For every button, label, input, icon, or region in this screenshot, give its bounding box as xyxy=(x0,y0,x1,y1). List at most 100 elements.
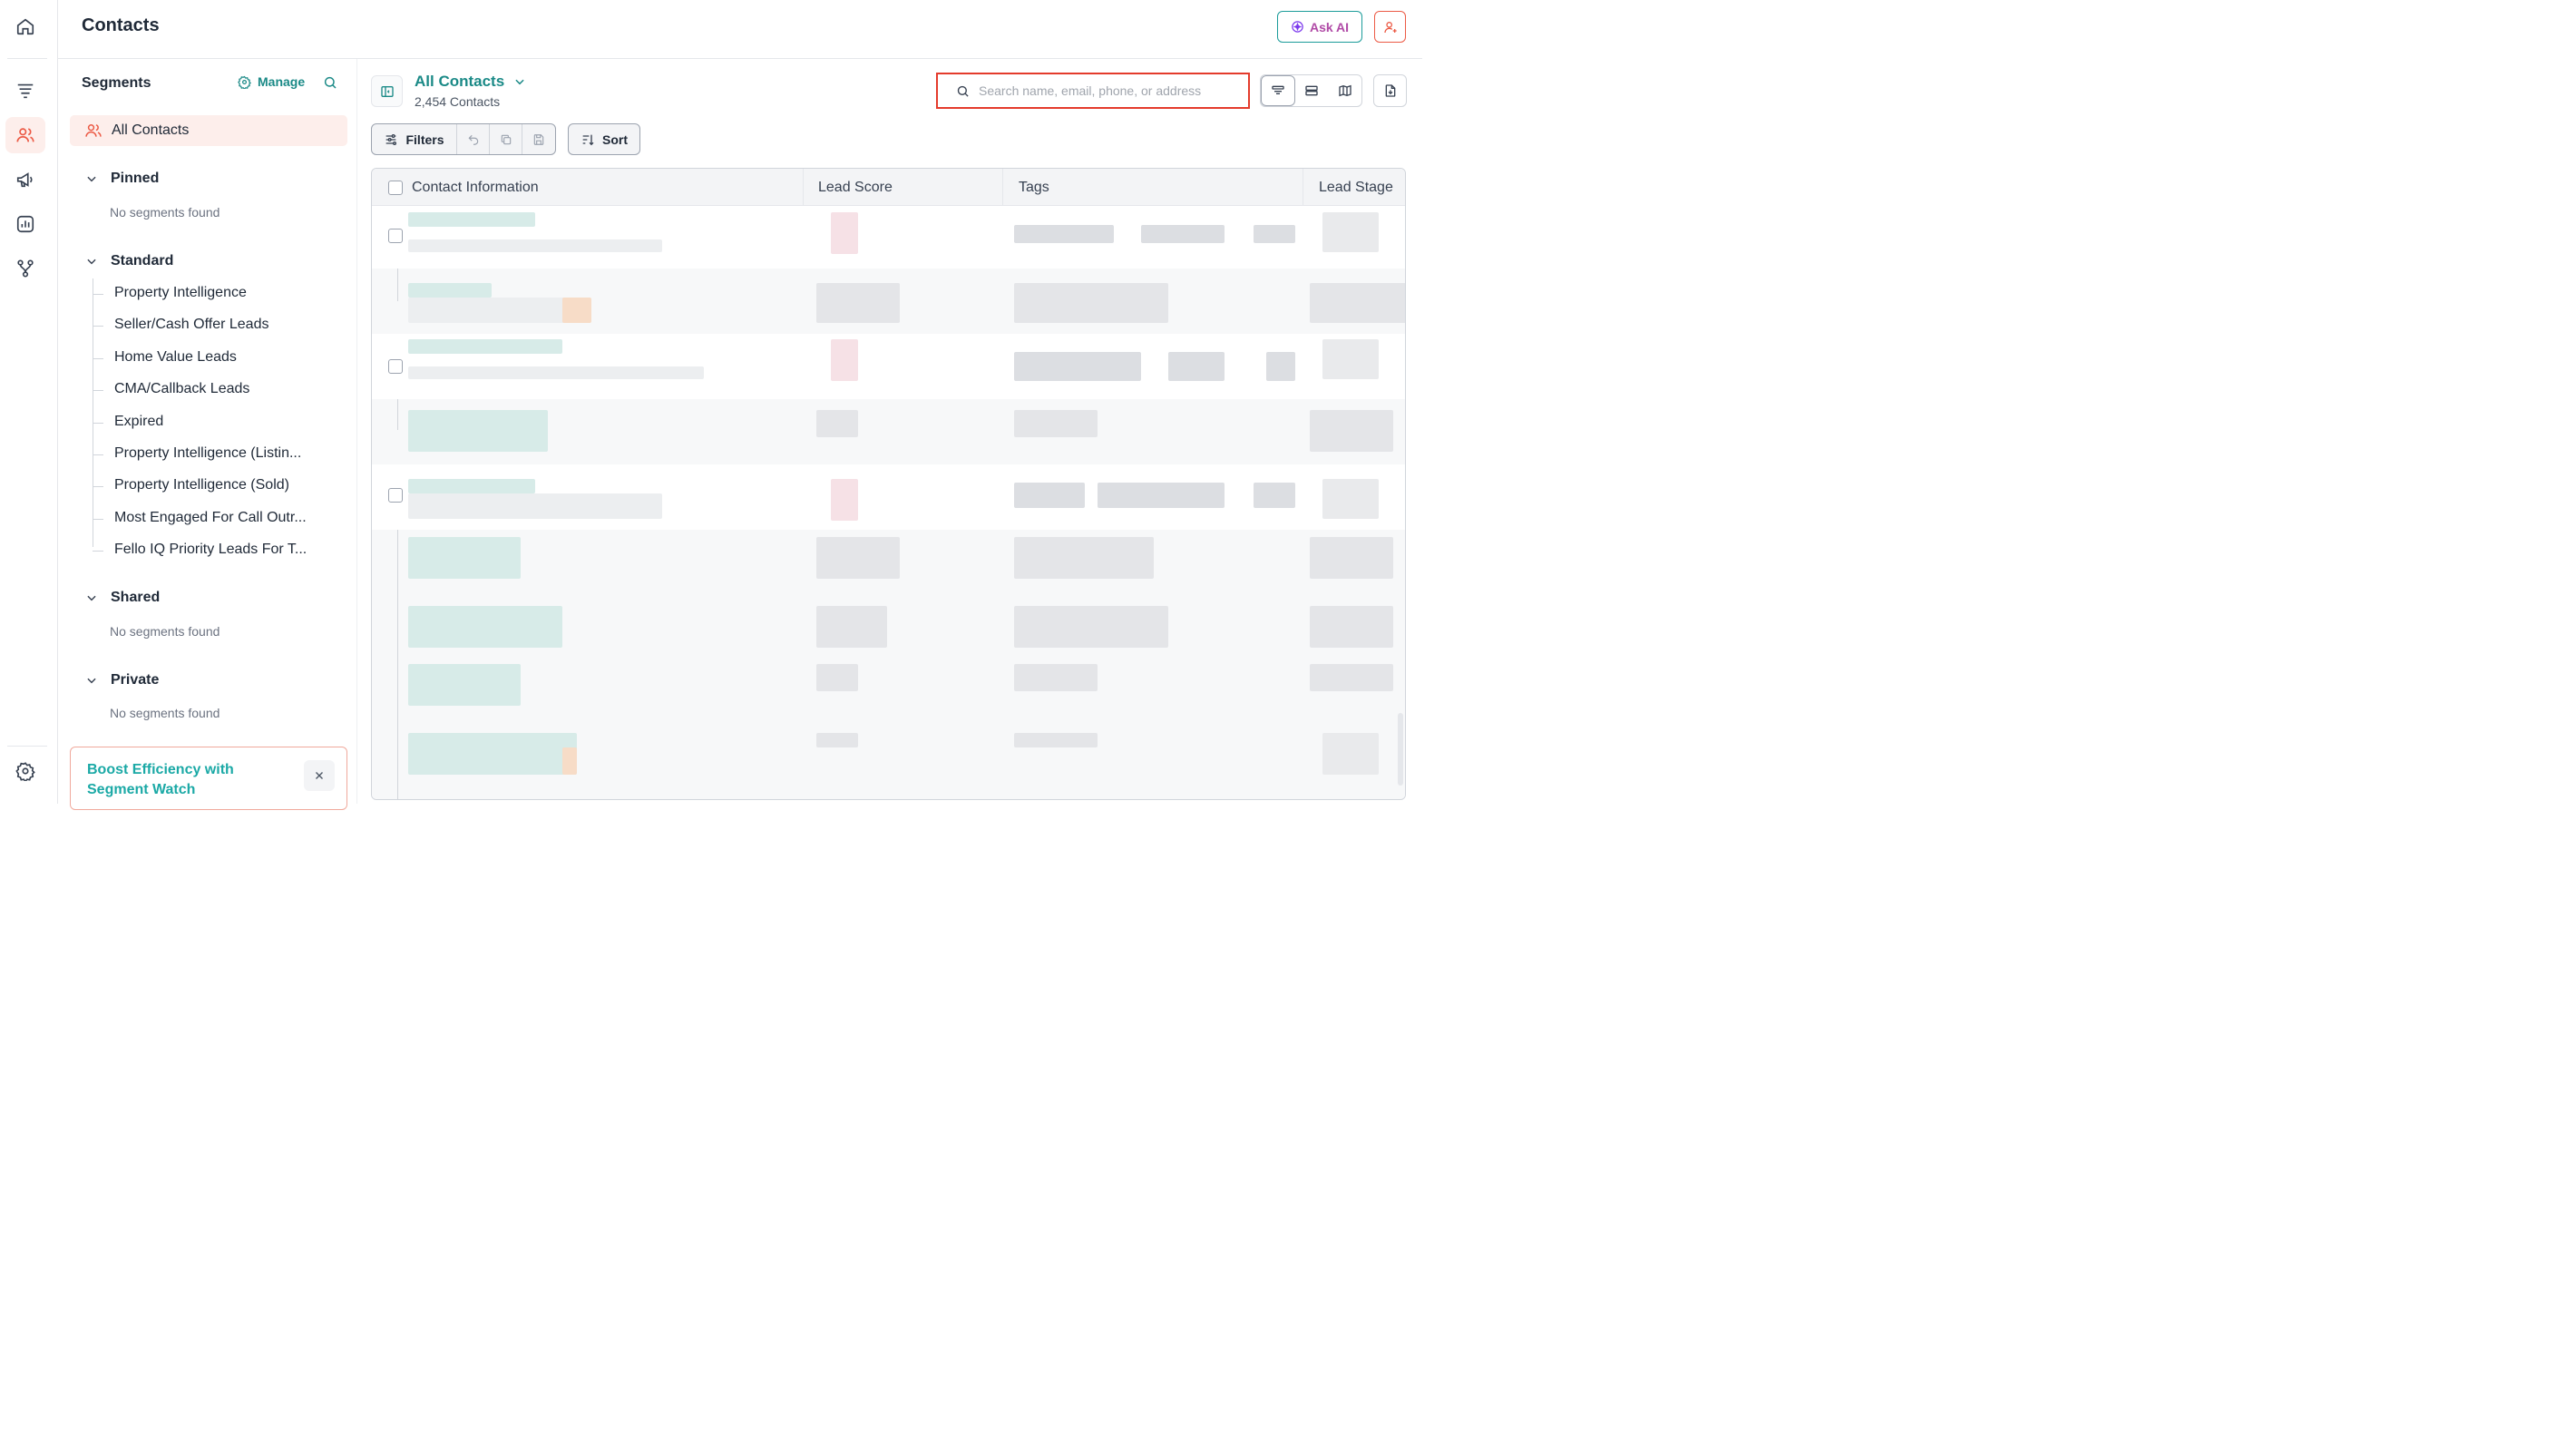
export-button[interactable] xyxy=(1373,74,1407,107)
sparkle-icon xyxy=(1292,21,1303,33)
workflow-icon[interactable] xyxy=(5,250,45,287)
undo-icon xyxy=(468,134,478,145)
promo-close-button[interactable] xyxy=(304,760,335,791)
duplicate-filter-button[interactable] xyxy=(490,124,522,154)
group-shared-toggle[interactable]: Shared xyxy=(85,590,160,606)
group-pinned-toggle[interactable]: Pinned xyxy=(85,171,159,187)
all-contacts-label: All Contacts xyxy=(112,122,190,138)
group-shared-label: Shared xyxy=(111,590,161,605)
ask-ai-label: Ask AI xyxy=(1309,19,1350,34)
sort-button[interactable]: Sort xyxy=(568,123,640,155)
toggle-segments-button[interactable] xyxy=(371,75,403,107)
chevron-down-icon xyxy=(87,678,96,684)
close-icon xyxy=(316,772,323,779)
search-icon xyxy=(957,85,969,97)
manage-label: Manage xyxy=(258,74,306,89)
list-title: All Contacts xyxy=(415,73,505,90)
gear-icon[interactable] xyxy=(5,753,45,789)
view-list-button[interactable] xyxy=(1295,75,1328,106)
table-row[interactable] xyxy=(372,269,1405,334)
chart-icon[interactable] xyxy=(5,206,45,242)
table-row[interactable] xyxy=(372,595,1405,659)
sort-label: Sort xyxy=(602,132,628,147)
funnel-icon[interactable] xyxy=(5,73,45,109)
sidebar-collapse-icon xyxy=(380,85,394,97)
chevron-down-icon xyxy=(87,176,96,182)
table-row[interactable] xyxy=(372,722,1405,799)
table-scrollbar[interactable] xyxy=(1398,713,1403,786)
table-row[interactable] xyxy=(372,464,1405,530)
segment-item[interactable]: Home Value Leads xyxy=(93,349,237,366)
group-pinned-label: Pinned xyxy=(111,171,160,186)
users-icon[interactable] xyxy=(5,117,45,153)
icon-rail xyxy=(0,0,58,804)
map-icon xyxy=(1339,84,1351,97)
table-row[interactable] xyxy=(372,334,1405,399)
segment-all-contacts[interactable]: All Contacts xyxy=(70,115,347,146)
view-switcher xyxy=(1260,74,1362,107)
view-compact-button[interactable] xyxy=(1261,75,1296,106)
table-header: Contact Information Lead Score Tags Lead… xyxy=(372,169,1405,206)
list-filter-icon xyxy=(1272,85,1284,94)
sort-icon xyxy=(582,134,594,145)
column-contact-information[interactable]: Contact Information xyxy=(412,169,539,206)
contact-count: 2,454 Contacts xyxy=(415,94,501,109)
column-tags[interactable]: Tags xyxy=(1019,169,1049,206)
segment-item[interactable]: Expired xyxy=(92,414,163,430)
group-private-toggle[interactable]: Private xyxy=(85,672,159,688)
file-export-icon xyxy=(1385,84,1395,97)
row-checkbox[interactable] xyxy=(388,488,403,503)
top-bar: Contacts Ask AI xyxy=(58,0,1422,59)
segment-item[interactable]: Fello IQ Priority Leads For T... xyxy=(92,542,307,558)
column-lead-stage[interactable]: Lead Stage xyxy=(1319,169,1393,206)
table-row[interactable] xyxy=(372,399,1405,464)
shared-empty-text: No segments found xyxy=(110,624,220,639)
megaphone-icon[interactable] xyxy=(5,161,45,198)
segment-item[interactable]: Seller/Cash Offer Leads xyxy=(92,317,268,333)
group-private-label: Private xyxy=(111,672,160,688)
promo-line-1: Boost Efficiency with xyxy=(87,762,234,777)
group-standard-toggle[interactable]: Standard xyxy=(85,253,173,269)
row-checkbox[interactable] xyxy=(388,359,403,374)
segment-watch-promo: Boost Efficiency with Segment Watch xyxy=(70,747,347,810)
add-contact-button[interactable] xyxy=(1374,11,1406,43)
contacts-table: Contact Information Lead Score Tags Lead… xyxy=(371,168,1406,800)
rows-icon xyxy=(1305,85,1319,96)
users-icon xyxy=(85,124,102,137)
contact-search xyxy=(936,73,1250,109)
search-icon xyxy=(324,76,337,89)
group-standard-label: Standard xyxy=(111,253,174,269)
column-lead-score[interactable]: Lead Score xyxy=(818,169,893,206)
gear-icon xyxy=(238,75,251,89)
table-row[interactable] xyxy=(372,530,1405,595)
segment-item[interactable]: Most Engaged For Call Outr... xyxy=(93,510,307,526)
undo-filter-button[interactable] xyxy=(457,124,490,154)
sliders-icon xyxy=(386,133,397,145)
row-checkbox[interactable] xyxy=(388,229,403,243)
segment-item[interactable]: Property Intelligence xyxy=(93,285,247,301)
view-map-button[interactable] xyxy=(1329,75,1361,106)
ask-ai-button[interactable]: Ask AI xyxy=(1277,11,1362,43)
filters-button[interactable]: Filters xyxy=(372,124,457,154)
segment-item[interactable]: CMA/Callback Leads xyxy=(92,381,249,397)
segment-search-button[interactable] xyxy=(323,75,337,94)
promo-line-2: Segment Watch xyxy=(87,782,196,797)
table-row[interactable] xyxy=(372,659,1405,722)
segment-item[interactable]: Property Intelligence (Listin... xyxy=(92,445,301,462)
chevron-down-icon xyxy=(87,595,96,601)
chevron-down-icon xyxy=(87,259,96,265)
save-icon xyxy=(533,133,544,145)
search-input[interactable] xyxy=(979,83,1233,98)
home-icon[interactable] xyxy=(5,8,45,44)
manage-segments-button[interactable]: Manage xyxy=(238,74,305,89)
promo-text: Boost Efficiency with Segment Watch xyxy=(87,760,234,800)
private-empty-text: No segments found xyxy=(110,706,220,720)
table-row[interactable] xyxy=(372,207,1405,269)
chevron-down-icon xyxy=(515,79,524,85)
segment-item[interactable]: Property Intelligence (Sold) xyxy=(93,477,289,493)
list-selector[interactable]: All Contacts xyxy=(415,73,526,91)
select-all-checkbox[interactable] xyxy=(388,169,403,206)
filter-toolbar: Filters xyxy=(371,123,556,155)
segments-title: Segments xyxy=(82,75,151,91)
save-filter-button[interactable] xyxy=(522,124,555,154)
